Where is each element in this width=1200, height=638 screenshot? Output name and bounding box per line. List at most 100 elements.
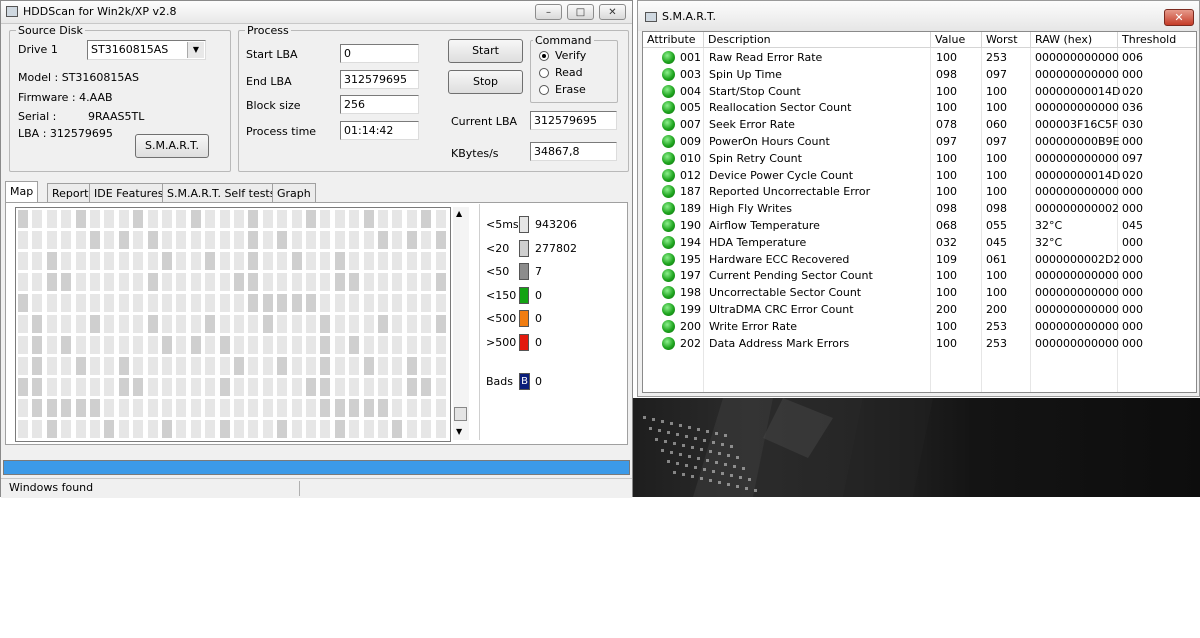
map-block — [18, 315, 28, 333]
photo-speckle — [679, 424, 682, 427]
map-block — [378, 357, 388, 375]
table-row[interactable]: 001 Raw Read Error Rate 100 253 000000000000… — [643, 49, 1196, 66]
map-block — [306, 210, 316, 228]
minimize-button[interactable]: – — [535, 4, 562, 20]
tab-smart-self-tests[interactable]: S.M.A.R.T. Self tests — [162, 183, 281, 202]
photo-speckle — [736, 485, 739, 488]
tab-map[interactable]: Map — [5, 181, 39, 203]
map-block — [104, 210, 115, 228]
map-block — [334, 420, 345, 438]
chevron-down-icon[interactable]: ▼ — [187, 42, 204, 58]
map-block — [320, 357, 331, 375]
verify-label[interactable]: Verify — [555, 49, 586, 62]
verify-radio[interactable] — [539, 51, 549, 61]
scroll-up-icon[interactable]: ▲ — [456, 209, 462, 218]
table-row[interactable]: 202 Data Address Mark Errors 100 253 0000000… — [643, 335, 1196, 352]
map-block — [190, 315, 201, 333]
photo-speckle — [685, 464, 688, 467]
map-block — [75, 399, 86, 417]
maximize-button[interactable]: □ — [567, 4, 594, 20]
stop-button[interactable]: Stop — [448, 70, 523, 94]
photo-speckle — [661, 449, 664, 452]
table-row[interactable]: 198 Uncorrectable Sector Count 100 100 00000… — [643, 284, 1196, 301]
status-ok-icon — [662, 118, 675, 132]
column-header[interactable]: Description — [704, 32, 931, 48]
table-row[interactable]: 004 Start/Stop Count 100 100 00000000014D 020 — [643, 83, 1196, 100]
table-row[interactable]: 199 UltraDMA CRC Error Count 200 200 0000000… — [643, 301, 1196, 318]
start-lba-input[interactable]: 0 — [340, 44, 419, 63]
table-row[interactable]: 200 Write Error Rate 100 253 000000000000 000 — [643, 318, 1196, 335]
worst-cell: 100 — [986, 84, 1007, 98]
tab-graph[interactable]: Graph — [272, 183, 316, 202]
erase-label[interactable]: Erase — [555, 83, 586, 96]
photo-speckle — [730, 445, 733, 448]
legend-label: <500 — [486, 312, 517, 325]
close-button[interactable]: ✕ — [599, 4, 626, 20]
table-row[interactable]: 195 Hardware ECC Recovered 109 061 000000000… — [643, 251, 1196, 268]
raw-hex-cell: 000000000000 — [1035, 101, 1119, 115]
table-row[interactable]: 012 Device Power Cycle Count 100 100 0000000… — [643, 167, 1196, 184]
map-block — [176, 378, 187, 396]
photo-speckle — [715, 461, 718, 464]
column-header[interactable]: Worst — [982, 32, 1031, 48]
read-radio[interactable] — [539, 68, 549, 78]
map-block — [32, 294, 43, 312]
map-block — [306, 273, 316, 291]
legend-label: >500 — [486, 335, 517, 349]
close-icon[interactable]: ✕ — [1164, 9, 1194, 26]
table-row[interactable]: 197 Current Pending Sector Count 100 100 000… — [643, 267, 1196, 284]
description-cell: Seek Error Rate — [709, 118, 795, 132]
table-row[interactable]: 007 Seek Error Rate 078 060 000003F16C5F 030 — [643, 116, 1196, 133]
raw-hex-cell: 00000000014D — [1035, 168, 1121, 182]
hddscan-titlebar[interactable]: HDDScan for Win2k/XP v2.8 – □ ✕ — [1, 1, 632, 24]
process-time-label: Process time — [246, 125, 317, 138]
read-label[interactable]: Read — [555, 66, 583, 79]
map-block — [205, 252, 216, 270]
table-row[interactable]: 187 Reported Uncorrectable Error 100 100 000… — [643, 183, 1196, 200]
column-header[interactable]: Attribute — [643, 32, 704, 48]
map-scrollbar[interactable]: ▲ ▼ — [453, 207, 469, 440]
smart-button[interactable]: S.M.A.R.T. — [135, 134, 209, 158]
scroll-thumb[interactable] — [454, 407, 467, 421]
photo-speckle — [712, 441, 715, 444]
tab-report[interactable]: Report — [47, 183, 94, 202]
map-block — [162, 273, 172, 291]
column-header[interactable]: Threshold — [1118, 32, 1196, 48]
start-button[interactable]: Start — [448, 39, 523, 63]
map-block — [18, 420, 28, 438]
map-block — [421, 336, 432, 354]
worst-cell: 100 — [986, 286, 1007, 300]
map-block — [248, 378, 259, 396]
erase-radio[interactable] — [539, 85, 549, 95]
map-block — [291, 378, 302, 396]
map-block — [306, 231, 316, 249]
table-row[interactable]: 010 Spin Retry Count 100 100 000000000000 097 — [643, 150, 1196, 167]
table-row[interactable]: 190 Airflow Temperature 068 055 32°C 045 — [643, 217, 1196, 234]
map-block — [363, 357, 374, 375]
smart-titlebar[interactable]: S.M.A.R.T. ✕ — [638, 1, 1199, 31]
photo-speckle — [652, 418, 655, 421]
table-row[interactable]: 194 HDA Temperature 032 045 32°C 000 — [643, 234, 1196, 251]
scroll-down-icon[interactable]: ▼ — [456, 427, 462, 436]
map-block — [133, 252, 144, 270]
column-header[interactable]: Value — [931, 32, 982, 48]
photo-speckle — [700, 448, 703, 451]
table-row[interactable]: 003 Spin Up Time 098 097 000000000000 000 — [643, 66, 1196, 83]
tab-ide-features[interactable]: IDE Features — [89, 183, 169, 202]
table-row[interactable]: 189 High Fly Writes 098 098 000000000002 000 — [643, 200, 1196, 217]
drive-select[interactable]: ST3160815AS ▼ — [87, 40, 206, 60]
map-block — [118, 420, 129, 438]
table-row[interactable]: 005 Reallocation Sector Count 100 100 000000… — [643, 99, 1196, 116]
table-row[interactable]: 009 PowerOn Hours Count 097 097 000000000B9E… — [643, 133, 1196, 150]
raw-hex-cell: 000000000000 — [1035, 303, 1119, 316]
photo-speckle — [754, 489, 757, 492]
photo-speckle — [658, 429, 661, 432]
raw-hex-cell: 000003F16C5F — [1035, 118, 1119, 132]
map-block — [205, 420, 216, 438]
column-header[interactable]: RAW (hex) — [1031, 32, 1118, 48]
map-block — [162, 336, 172, 354]
status-bar: Windows found — [1, 478, 632, 498]
block-size-input[interactable]: 256 — [340, 95, 419, 114]
end-lba-input[interactable]: 312579695 — [340, 70, 419, 89]
map-block — [219, 273, 230, 291]
